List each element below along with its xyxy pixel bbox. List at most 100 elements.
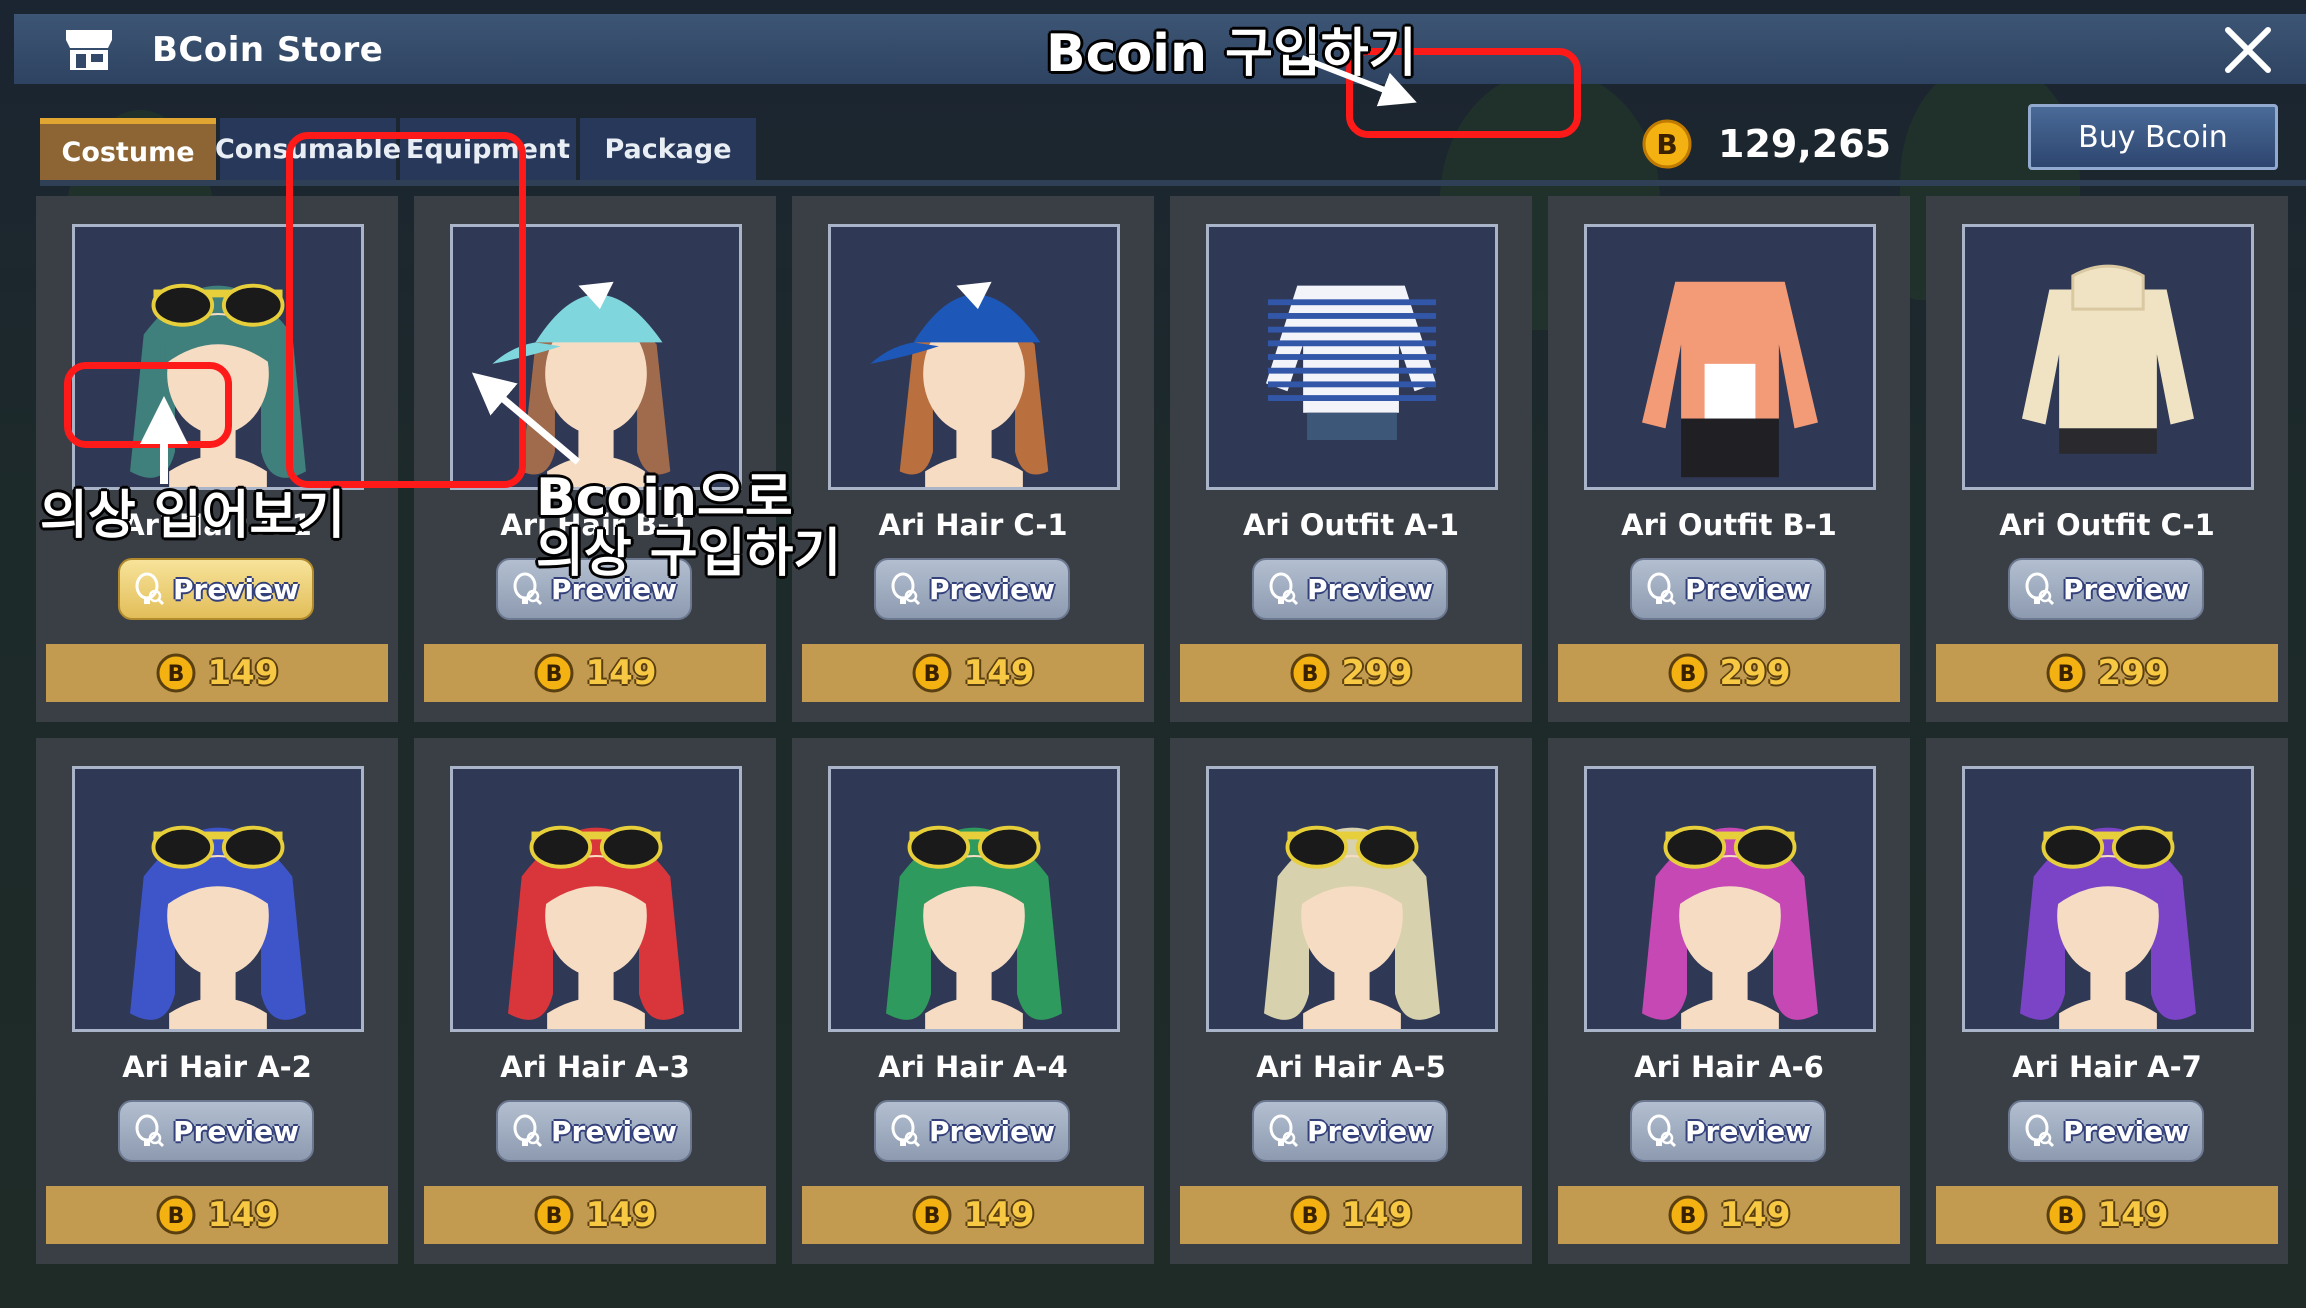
item-thumbnail-art — [492, 281, 671, 487]
annotation-buy-bcoin: Bcoin 구입하기 — [1046, 24, 1417, 84]
preview-label: Preview — [172, 1114, 300, 1148]
price-amount: 149 — [207, 653, 279, 693]
price-bar[interactable]: B 149 — [1936, 1186, 2278, 1244]
price-amount: 149 — [963, 1195, 1035, 1235]
svg-text:B: B — [1301, 662, 1318, 687]
bcoin-icon: B — [1668, 1195, 1707, 1235]
item-name: Ari Hair A-2 — [122, 1050, 312, 1084]
mirror-icon — [2025, 1114, 2055, 1148]
tab-consumable[interactable]: Consumable — [215, 118, 401, 180]
preview-button[interactable]: Preview — [118, 1100, 314, 1162]
preview-button[interactable]: Preview — [1252, 558, 1448, 620]
preview-button[interactable]: Preview — [1252, 1100, 1448, 1162]
item-card[interactable]: Ari Hair A-2 Preview B 149 — [36, 738, 398, 1264]
price-bar[interactable]: B 149 — [802, 1186, 1144, 1244]
price-amount: 149 — [585, 1195, 657, 1235]
item-thumbnail-art — [2021, 264, 2195, 454]
tab-package[interactable]: Package — [580, 118, 756, 180]
category-tabs: Costume Consumable Equipment Package — [40, 118, 760, 180]
item-thumbnail — [1206, 224, 1498, 490]
bcoin-icon: B — [1642, 119, 1692, 169]
mirror-icon — [2025, 572, 2055, 606]
item-card[interactable]: Ari Outfit C-1 Preview B 299 — [1926, 196, 2288, 722]
mirror-icon — [891, 572, 921, 606]
preview-button[interactable]: Preview — [874, 558, 1070, 620]
buy-bcoin-button[interactable]: Buy Bcoin — [2028, 104, 2278, 170]
item-thumbnail-art — [870, 281, 1049, 487]
svg-text:B: B — [923, 662, 940, 687]
price-bar[interactable]: B 299 — [1558, 644, 1900, 702]
price-amount: 149 — [1719, 1195, 1791, 1235]
item-thumbnail-art — [508, 825, 684, 1029]
preview-button[interactable]: Preview — [2008, 558, 2204, 620]
item-thumbnail — [450, 766, 742, 1032]
svg-text:B: B — [1679, 1204, 1696, 1229]
item-thumbnail — [72, 766, 364, 1032]
preview-button[interactable]: Preview — [1630, 558, 1826, 620]
bcoin-icon: B — [2046, 1195, 2085, 1235]
preview-label: Preview — [172, 572, 300, 606]
svg-text:B: B — [2057, 1204, 2074, 1229]
item-card[interactable]: Ari Hair C-1 Preview B 149 — [792, 196, 1154, 722]
svg-text:B: B — [167, 662, 184, 687]
item-card[interactable]: Ari Outfit B-1 Preview B 299 — [1548, 196, 1910, 722]
preview-label: Preview — [1684, 1114, 1812, 1148]
preview-button[interactable]: Preview — [874, 1100, 1070, 1162]
price-amount: 299 — [2097, 653, 2169, 693]
item-thumbnail-art — [130, 283, 306, 487]
item-thumbnail — [1962, 766, 2254, 1032]
svg-text:B: B — [1679, 662, 1696, 687]
store-title: BCoin Store — [152, 30, 384, 70]
price-amount: 149 — [1341, 1195, 1413, 1235]
store-icon — [66, 30, 112, 70]
bcoin-icon: B — [2046, 653, 2085, 693]
game-screen: BCoin Store Costume Consumable Equipment… — [0, 0, 2306, 1308]
price-amount: 149 — [963, 653, 1035, 693]
bcoin-icon: B — [156, 1195, 195, 1235]
item-card[interactable]: Ari Hair A-7 Preview B 149 — [1926, 738, 2288, 1264]
preview-label: Preview — [2062, 572, 2190, 606]
preview-button[interactable]: Preview — [496, 1100, 692, 1162]
price-bar[interactable]: B 149 — [1558, 1186, 1900, 1244]
balance-amount: 129,265 — [1718, 122, 1892, 166]
preview-button[interactable]: Preview — [118, 558, 314, 620]
item-card[interactable]: Ari Hair A-5 Preview B 149 — [1170, 738, 1532, 1264]
price-bar[interactable]: B 149 — [424, 644, 766, 702]
item-card[interactable]: Ari Hair A-6 Preview B 149 — [1548, 738, 1910, 1264]
svg-text:B: B — [1656, 128, 1677, 161]
price-bar[interactable]: B 149 — [46, 1186, 388, 1244]
price-bar[interactable]: B 299 — [1180, 644, 1522, 702]
price-bar[interactable]: B 149 — [802, 644, 1144, 702]
bcoin-icon: B — [1290, 1195, 1329, 1235]
item-card[interactable]: Ari Outfit A-1 Preview B 299 — [1170, 196, 1532, 722]
price-bar[interactable]: B 149 — [1180, 1186, 1522, 1244]
price-bar[interactable]: B 299 — [1936, 644, 2278, 702]
item-card[interactable]: Ari Hair B-1 Preview B 149 — [414, 196, 776, 722]
item-card[interactable]: Ari Hair A-1 Preview B 149 — [36, 196, 398, 722]
svg-text:B: B — [2057, 662, 2074, 687]
item-thumbnail-art — [1642, 281, 1818, 478]
mirror-icon — [1647, 1114, 1677, 1148]
preview-button[interactable]: Preview — [2008, 1100, 2204, 1162]
price-bar[interactable]: B 149 — [424, 1186, 766, 1244]
close-icon[interactable] — [2220, 22, 2276, 78]
preview-button[interactable]: Preview — [1630, 1100, 1826, 1162]
price-bar[interactable]: B 149 — [46, 644, 388, 702]
item-name: Ari Outfit A-1 — [1242, 508, 1460, 542]
preview-label: Preview — [928, 1114, 1056, 1148]
item-thumbnail-art — [2020, 825, 2196, 1029]
item-thumbnail-art — [886, 825, 1062, 1029]
svg-text:B: B — [923, 1204, 940, 1229]
preview-label: Preview — [2062, 1114, 2190, 1148]
preview-label: Preview — [1306, 572, 1434, 606]
item-name: Ari Outfit C-1 — [1999, 508, 2215, 542]
mirror-icon — [513, 1114, 543, 1148]
svg-text:B: B — [167, 1204, 184, 1229]
tab-equipment[interactable]: Equipment — [400, 118, 576, 180]
item-card[interactable]: Ari Hair A-3 Preview B 149 — [414, 738, 776, 1264]
item-name: Ari Hair A-3 — [500, 1050, 690, 1084]
tab-costume[interactable]: Costume — [40, 118, 216, 180]
item-name: Ari Hair A-7 — [2012, 1050, 2202, 1084]
item-card[interactable]: Ari Hair A-4 Preview B 149 — [792, 738, 1154, 1264]
preview-label: Preview — [1684, 572, 1812, 606]
